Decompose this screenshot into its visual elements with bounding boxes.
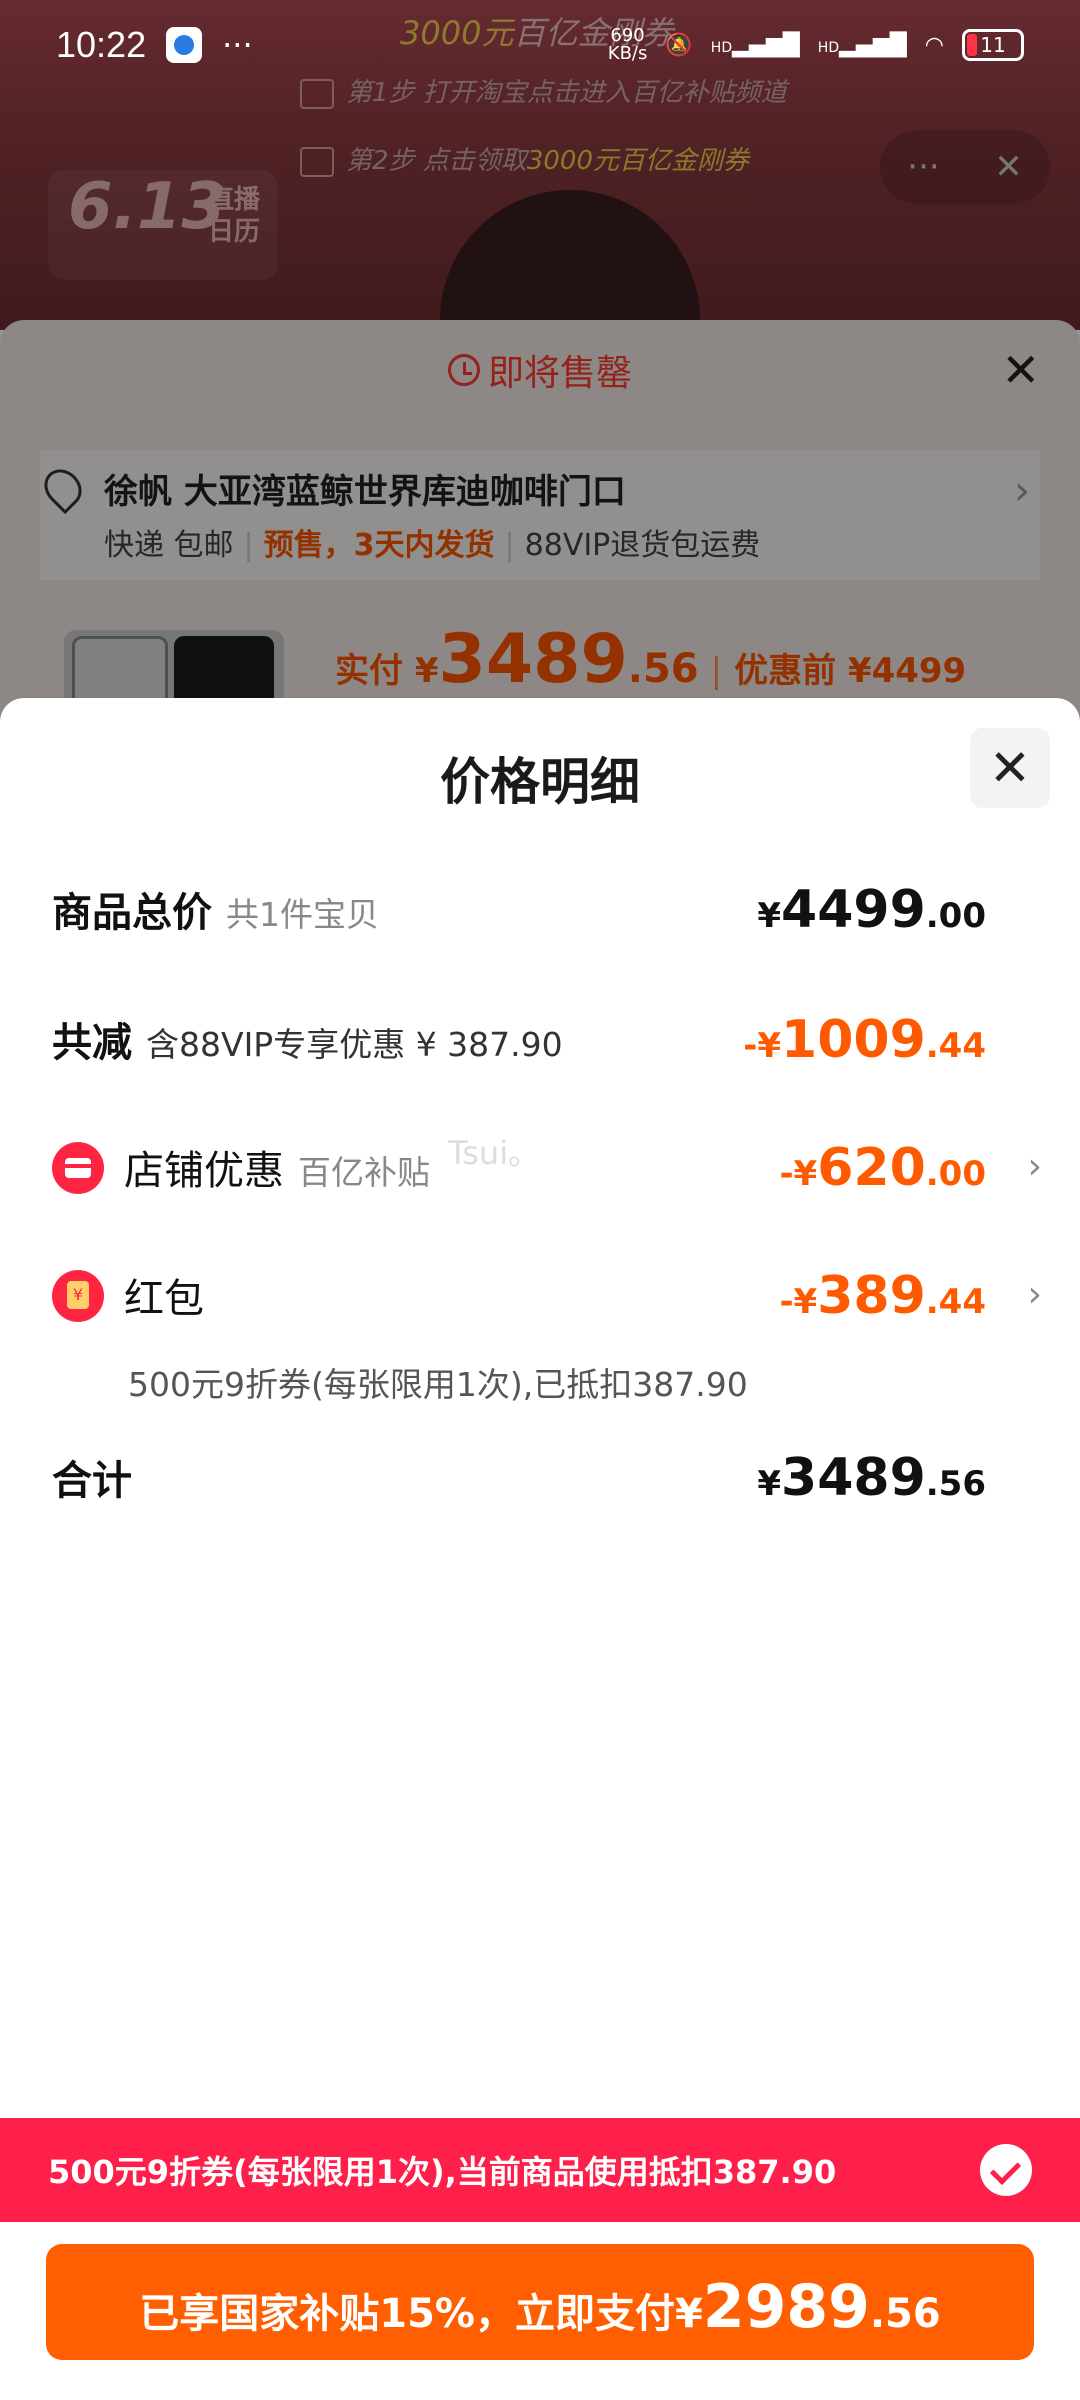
total-price-amount: ¥4499.00 <box>757 880 986 940</box>
shop-discount-amount: -¥620.00 <box>779 1138 986 1198</box>
pay-now-button[interactable]: 已享国家补贴15%，立即支付 ¥ 2989 .56 <box>46 2244 1034 2360</box>
row-label: 店铺优惠 百亿补贴 <box>124 1148 430 1194</box>
watermark-text: Tsui。 <box>448 1134 541 1172</box>
clock: 10:22 <box>56 24 147 65</box>
wifi-icon: ◠ <box>924 32 944 58</box>
red-packet-note: 500元9折券(每张限用1次),已抵扣387.90 <box>128 1365 748 1404</box>
close-button[interactable]: ✕ <box>970 728 1050 808</box>
mute-icon: 🔕 <box>665 32 693 58</box>
grand-total-amount: ¥3489.56 <box>757 1448 986 1508</box>
pay-button-decimal: .56 <box>869 2291 941 2337</box>
chevron-right-icon: › <box>1027 1146 1042 1187</box>
row-label: 合计 <box>52 1458 132 1504</box>
reduction-amount: -¥1009.44 <box>743 1010 986 1070</box>
signal-icon: HD▂▄▆█ <box>710 32 800 58</box>
checkmark-icon[interactable] <box>980 2144 1032 2196</box>
network-speed: 690 KB/s <box>607 25 648 64</box>
more-notifications-icon: ··· <box>222 26 253 64</box>
chevron-right-icon: › <box>1027 1274 1042 1315</box>
row-total-reduction: 共减 含88VIP专享优惠 ¥ 387.90 -¥1009.44 <box>52 1010 1042 1090</box>
pay-button-amount: 2989 <box>702 2272 870 2342</box>
coupon-strip-text: 500元9折券(每张限用1次),当前商品使用抵扣387.90 <box>48 2153 837 2191</box>
row-label: 共减 含88VIP专享优惠 ¥ 387.90 <box>52 1020 563 1066</box>
battery-icon: 11 <box>962 29 1024 61</box>
red-packet-amount: -¥389.44 <box>779 1266 986 1326</box>
row-red-packet[interactable]: 红包 -¥389.44 › <box>52 1266 1042 1346</box>
sheet-title: 价格明细 <box>440 753 640 811</box>
modal-backdrop[interactable] <box>0 0 1080 720</box>
status-bar: 10:22 ··· 690 KB/s 🔕 HD▂▄▆█ HD▂▄▆█ ◠ 11 <box>0 0 1080 90</box>
row-label: 红包 <box>124 1276 204 1322</box>
shop-icon <box>52 1142 104 1194</box>
row-grand-total: 合计 ¥3489.56 <box>52 1448 1042 1528</box>
row-label: 商品总价 共1件宝贝 <box>52 890 379 936</box>
row-total-price: 商品总价 共1件宝贝 ¥4499.00 <box>52 880 1042 960</box>
pay-button-currency: ¥ <box>675 2291 703 2337</box>
coupon-strip[interactable]: 500元9折券(每张限用1次),当前商品使用抵扣387.90 <box>0 2118 1080 2222</box>
red-packet-icon <box>52 1270 104 1322</box>
signal-icon-2: HD▂▄▆█ <box>817 32 907 58</box>
pay-button-label: 已享国家补贴15%，立即支付 <box>139 2291 676 2337</box>
app-notification-icon <box>166 27 203 63</box>
close-icon: ✕ <box>989 739 1031 797</box>
row-shop-discount[interactable]: 店铺优惠 百亿补贴 -¥620.00 › <box>52 1138 1042 1218</box>
